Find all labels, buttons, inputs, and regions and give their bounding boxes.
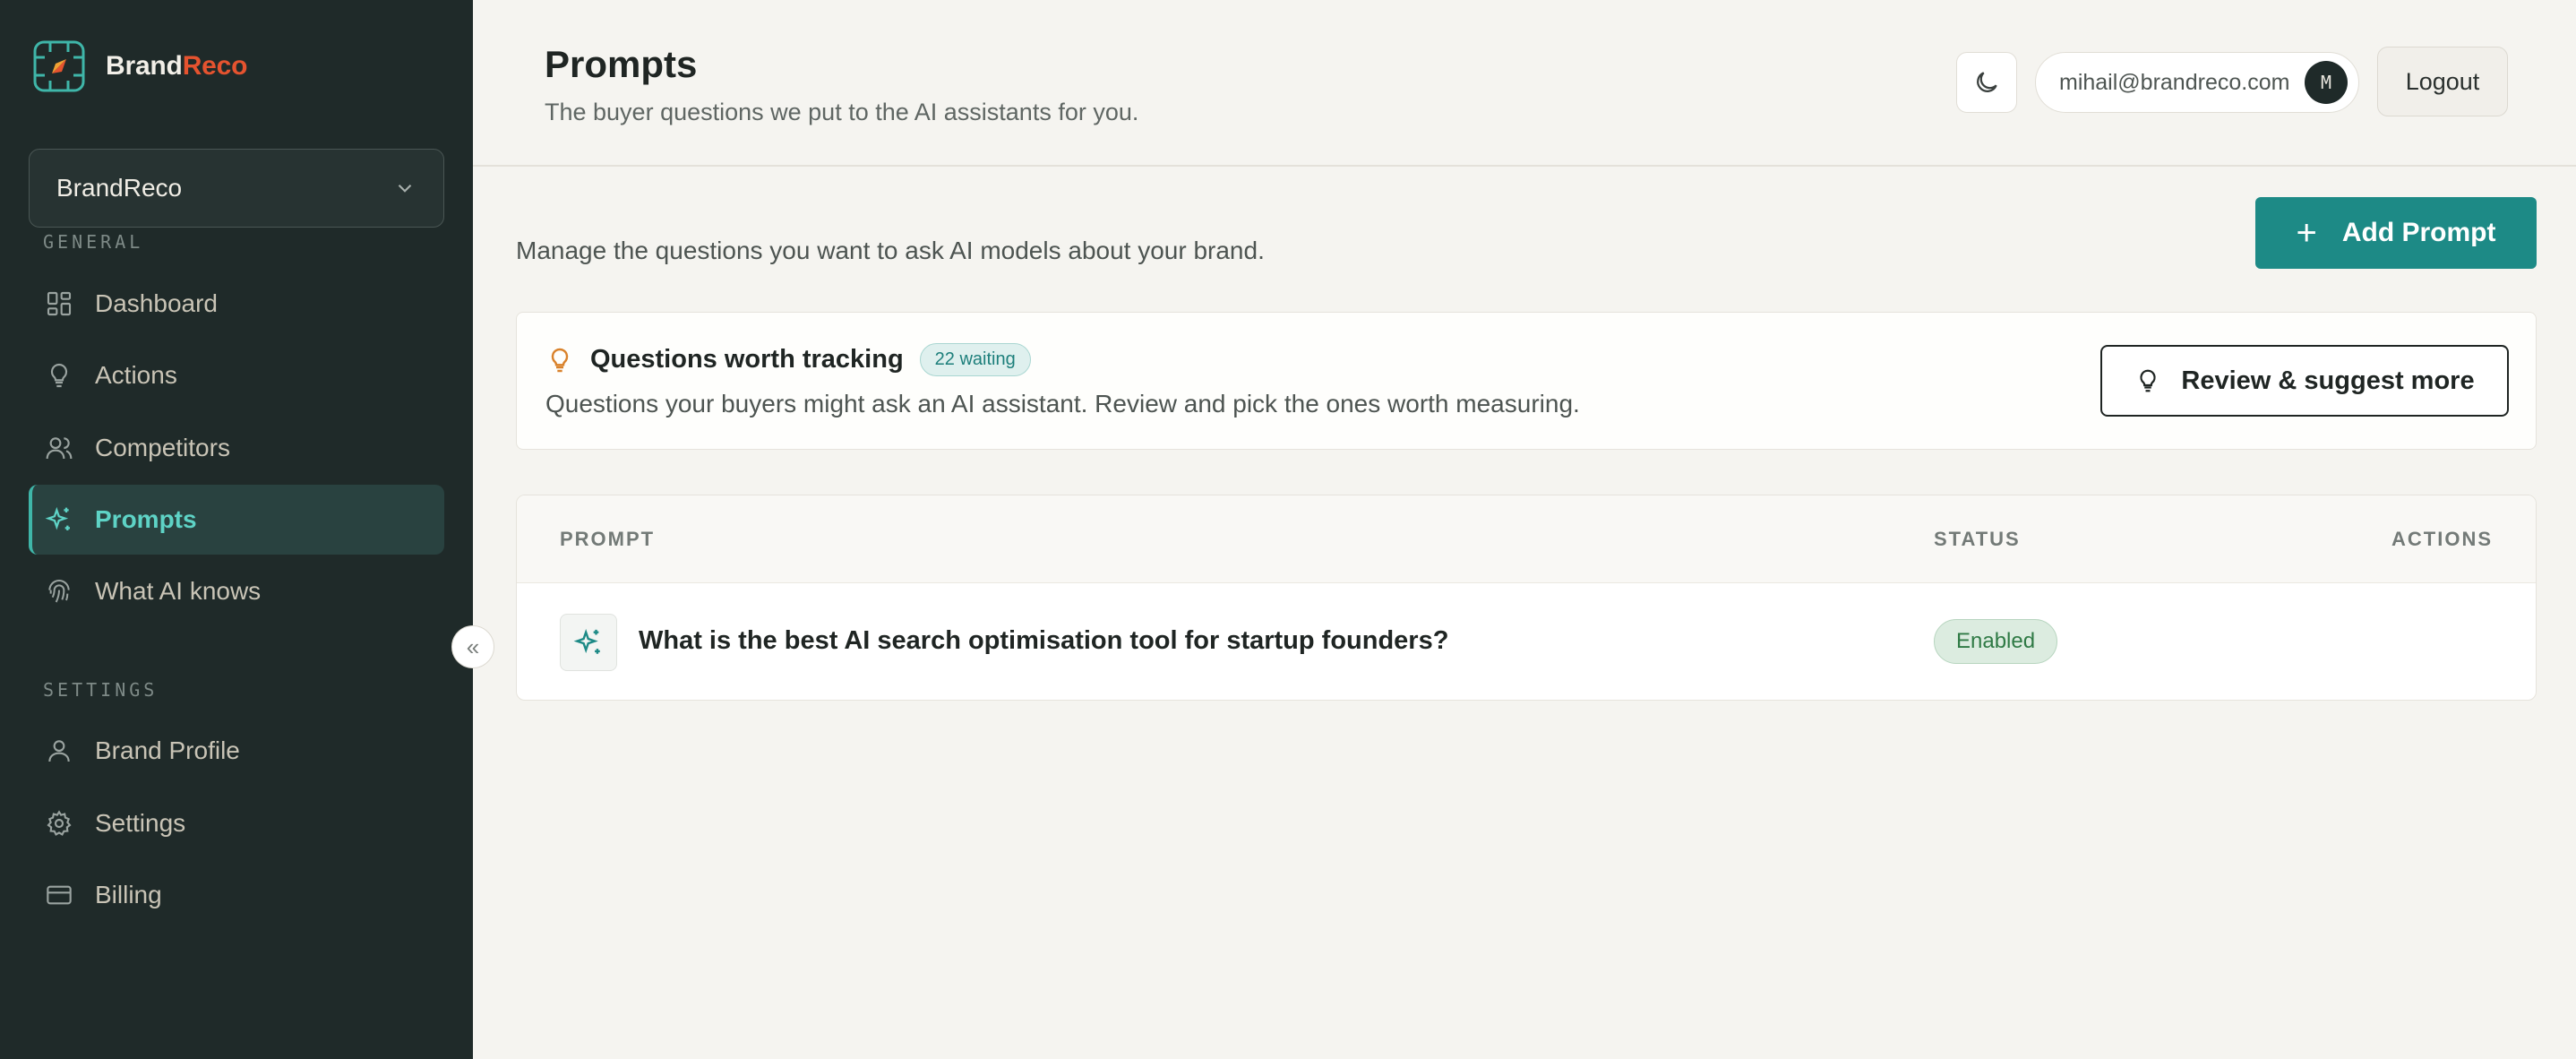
prompt-row-icon bbox=[560, 614, 617, 671]
sidebar: BrandReco BrandReco GENERAL Dashboard Ac… bbox=[0, 0, 473, 1059]
add-prompt-button[interactable]: + Add Prompt bbox=[2255, 197, 2537, 269]
user-icon bbox=[48, 740, 70, 762]
brand-name: BrandReco bbox=[106, 51, 247, 82]
brand-selector-value: BrandReco bbox=[56, 174, 183, 202]
page-header: Prompts The buyer questions we put to th… bbox=[473, 0, 2576, 167]
page-subtitle: The buyer questions we put to the AI ass… bbox=[545, 99, 1139, 125]
brand-name-part2: Reco bbox=[182, 51, 248, 81]
sidebar-item-settings[interactable]: Settings bbox=[29, 788, 444, 858]
prompt-text: What is the best AI search optimisation … bbox=[639, 626, 1449, 655]
avatar: M bbox=[2305, 61, 2348, 104]
page-intro: Manage the questions you want to ask AI … bbox=[516, 237, 1265, 264]
collapse-sidebar-button[interactable]: « bbox=[451, 625, 494, 668]
column-header-status: STATUS bbox=[1934, 528, 2021, 550]
table-row[interactable]: What is the best AI search optimisation … bbox=[517, 583, 2536, 700]
chevrons-left-icon: « bbox=[466, 633, 480, 660]
sidebar-item-dashboard[interactable]: Dashboard bbox=[29, 269, 444, 339]
sidebar-item-brand-profile[interactable]: Brand Profile bbox=[29, 716, 444, 786]
prompts-table: PROMPT STATUS ACTIONS What is the best A… bbox=[516, 495, 2537, 701]
section-label-general: GENERAL bbox=[43, 231, 144, 253]
sidebar-item-actions[interactable]: Actions bbox=[29, 340, 444, 410]
suggestions-title-row: Questions worth tracking 22 waiting bbox=[545, 343, 1031, 376]
lightbulb-icon bbox=[50, 363, 68, 388]
waiting-count-badge: 22 waiting bbox=[919, 343, 1031, 376]
moon-icon bbox=[1977, 72, 1997, 92]
review-suggest-label: Review & suggest more bbox=[2181, 366, 2475, 395]
sidebar-item-label: Settings bbox=[95, 809, 186, 837]
sidebar-item-label: Billing bbox=[95, 881, 162, 908]
brand-logo-icon bbox=[33, 40, 85, 92]
sidebar-item-label: Dashboard bbox=[95, 289, 218, 317]
sidebar-item-billing[interactable]: Billing bbox=[29, 860, 444, 930]
table-header: PROMPT STATUS ACTIONS bbox=[517, 495, 2536, 583]
chevron-down-icon bbox=[398, 184, 412, 193]
status-badge: Enabled bbox=[1934, 619, 2058, 664]
logout-button[interactable]: Logout bbox=[2377, 47, 2508, 116]
sparkles-icon bbox=[45, 506, 70, 530]
suggestions-description: Questions your buyers might ask an AI as… bbox=[545, 390, 1580, 418]
users-icon bbox=[46, 437, 73, 460]
credit-card-icon bbox=[47, 885, 72, 905]
user-menu[interactable]: mihail@brandreco.com M bbox=[2035, 52, 2359, 113]
add-prompt-label: Add Prompt bbox=[2341, 218, 2496, 247]
lightbulb-icon bbox=[2140, 369, 2157, 392]
sidebar-item-label: Brand Profile bbox=[95, 736, 240, 764]
column-header-prompt: PROMPT bbox=[560, 528, 656, 550]
page-title: Prompts bbox=[545, 43, 698, 85]
lightbulb-icon bbox=[551, 348, 569, 372]
brand-selector[interactable]: BrandReco bbox=[29, 149, 444, 228]
sidebar-item-label: Prompts bbox=[95, 505, 197, 533]
sidebar-item-label: Competitors bbox=[95, 434, 230, 461]
column-header-actions: ACTIONS bbox=[2391, 528, 2493, 550]
dashboard-grid-icon bbox=[47, 291, 72, 316]
suggestions-title: Questions worth tracking bbox=[590, 345, 904, 374]
fingerprint-icon bbox=[48, 580, 70, 603]
section-label-settings: SETTINGS bbox=[43, 679, 159, 701]
brand-logo-link[interactable]: BrandReco bbox=[32, 39, 247, 93]
sidebar-item-label: What AI knows bbox=[95, 577, 262, 605]
sidebar-item-competitors[interactable]: Competitors bbox=[29, 413, 444, 483]
sparkles-icon bbox=[573, 628, 600, 654]
theme-toggle-button[interactable] bbox=[1956, 52, 2017, 113]
sidebar-item-label: Actions bbox=[95, 361, 177, 389]
brand-name-part1: Brand bbox=[106, 51, 183, 81]
plus-icon: + bbox=[2296, 213, 2317, 253]
sidebar-item-what-ai-knows[interactable]: What AI knows bbox=[29, 556, 444, 626]
review-suggest-button[interactable]: Review & suggest more bbox=[2100, 345, 2509, 417]
gear-icon bbox=[47, 810, 72, 836]
suggestions-card: Questions worth tracking 22 waiting Ques… bbox=[516, 312, 2537, 450]
user-email: mihail@brandreco.com bbox=[2059, 69, 2290, 95]
sidebar-item-prompts[interactable]: Prompts bbox=[29, 485, 444, 555]
